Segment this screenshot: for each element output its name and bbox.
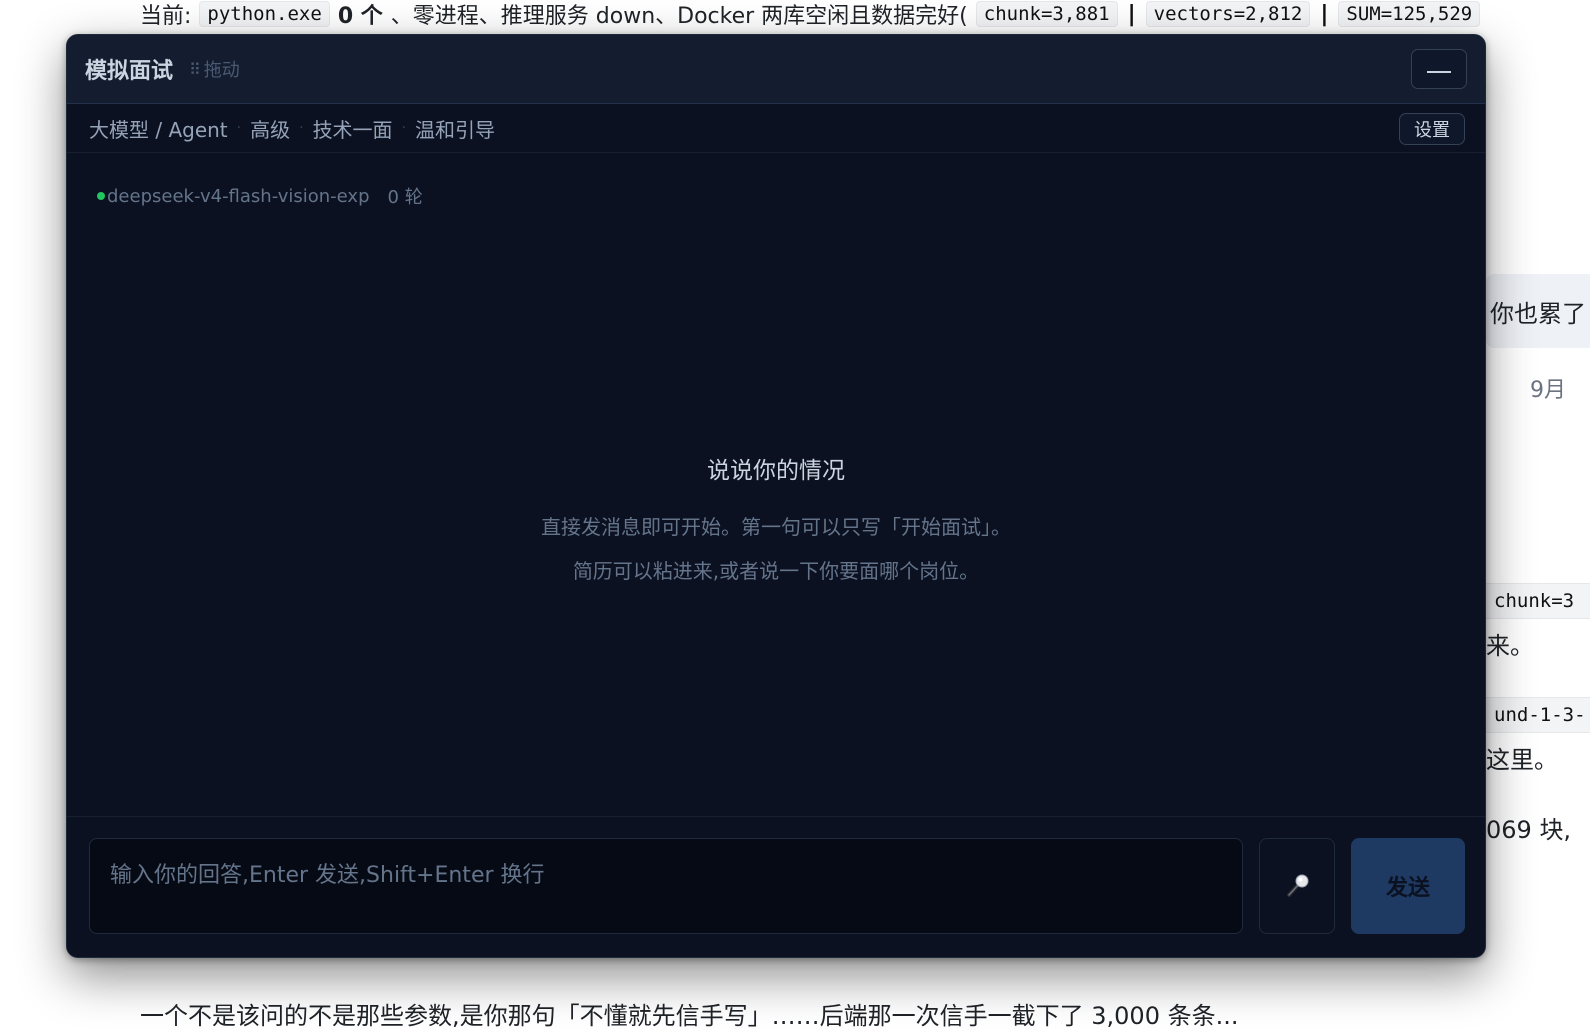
empty-state-title: 说说你的情况	[67, 451, 1485, 485]
process-count: 0 个	[338, 0, 383, 30]
crumb-level: 高级	[250, 114, 290, 143]
settings-button[interactable]: 设置	[1399, 113, 1465, 145]
voice-input-button[interactable]	[1259, 838, 1335, 934]
drag-handle[interactable]: ⠿ 拖动	[189, 56, 240, 82]
breadcrumb: 大模型 / Agent · 高级 · 技术一面 · 温和引导	[89, 114, 495, 143]
drag-grip-icon: ⠿	[189, 60, 199, 79]
code-python-exe: python.exe	[199, 1, 329, 27]
answer-input[interactable]	[89, 838, 1243, 934]
drag-label: 拖动	[204, 56, 240, 82]
crumb-separator-dot: ·	[237, 120, 241, 136]
model-status: deepseek-v4-flash-vision-exp 0 轮	[97, 183, 423, 209]
message-composer: 发送	[67, 816, 1485, 957]
code-sum: SUM=125,529	[1338, 1, 1480, 27]
crumb-separator-dot: ·	[402, 120, 406, 136]
background-date: 9月	[1530, 372, 1566, 404]
minimize-button[interactable]	[1411, 49, 1467, 89]
chat-area[interactable]: deepseek-v4-flash-vision-exp 0 轮 说说你的情况 …	[67, 153, 1485, 817]
separator: |	[1318, 2, 1330, 27]
crumb-separator-dot: ·	[299, 120, 303, 136]
separator: |	[1126, 2, 1138, 27]
empty-state: 说说你的情况 直接发消息即可开始。第一句可以只写「开始面试」。 简历可以粘进来,…	[67, 451, 1485, 593]
background-text-fragment: 这里。	[1486, 740, 1558, 775]
background-chat-bubble: 你也累了	[1486, 274, 1590, 348]
minimize-icon	[1427, 71, 1451, 73]
status-dot-icon	[97, 192, 105, 200]
code-chunk: chunk=3,881	[976, 1, 1118, 27]
crumb-track: 大模型 / Agent	[89, 114, 228, 143]
code-vectors: vectors=2,812	[1146, 1, 1311, 27]
status-prefix: 当前:	[140, 0, 191, 30]
microphone-icon	[1282, 871, 1312, 901]
status-text: 、零进程、推理服务 down、Docker 两库空闲且数据完好(	[391, 0, 968, 30]
background-text-fragment: 069 块,	[1486, 810, 1571, 845]
mock-interview-window: 模拟面试 ⠿ 拖动 大模型 / Agent · 高级 · 技术一面 · 温和引导…	[66, 34, 1486, 958]
window-titlebar[interactable]: 模拟面试 ⠿ 拖动	[67, 35, 1485, 104]
empty-state-hint: 简历可以粘进来,或者说一下你要面哪个岗位。	[67, 549, 1485, 593]
background-bottom-line: 一个不是该问的不是那些参数,是你那句「不懂就先信手写」……后端那一次信手一截下了…	[140, 996, 1480, 1031]
round-count: 0 轮	[388, 183, 423, 209]
background-right-column: 你也累了 9月 chunk=3 来。 und-1-3- 这里。 069 块,	[1486, 0, 1590, 1018]
send-button[interactable]: 发送	[1351, 838, 1465, 934]
background-status-line: 当前: python.exe 0 个 、零进程、推理服务 down、Docker…	[140, 0, 1480, 28]
background-code-fragment: chunk=3	[1486, 583, 1590, 619]
interview-config-bar: 大模型 / Agent · 高级 · 技术一面 · 温和引导 设置	[67, 104, 1485, 153]
crumb-round: 技术一面	[313, 114, 393, 143]
background-code-fragment: und-1-3-	[1486, 697, 1590, 733]
crumb-style: 温和引导	[415, 114, 495, 143]
window-title: 模拟面试	[85, 53, 173, 85]
background-text-fragment: 来。	[1486, 626, 1534, 661]
model-name: deepseek-v4-flash-vision-exp	[107, 186, 370, 207]
empty-state-hint: 直接发消息即可开始。第一句可以只写「开始面试」。	[67, 505, 1485, 549]
